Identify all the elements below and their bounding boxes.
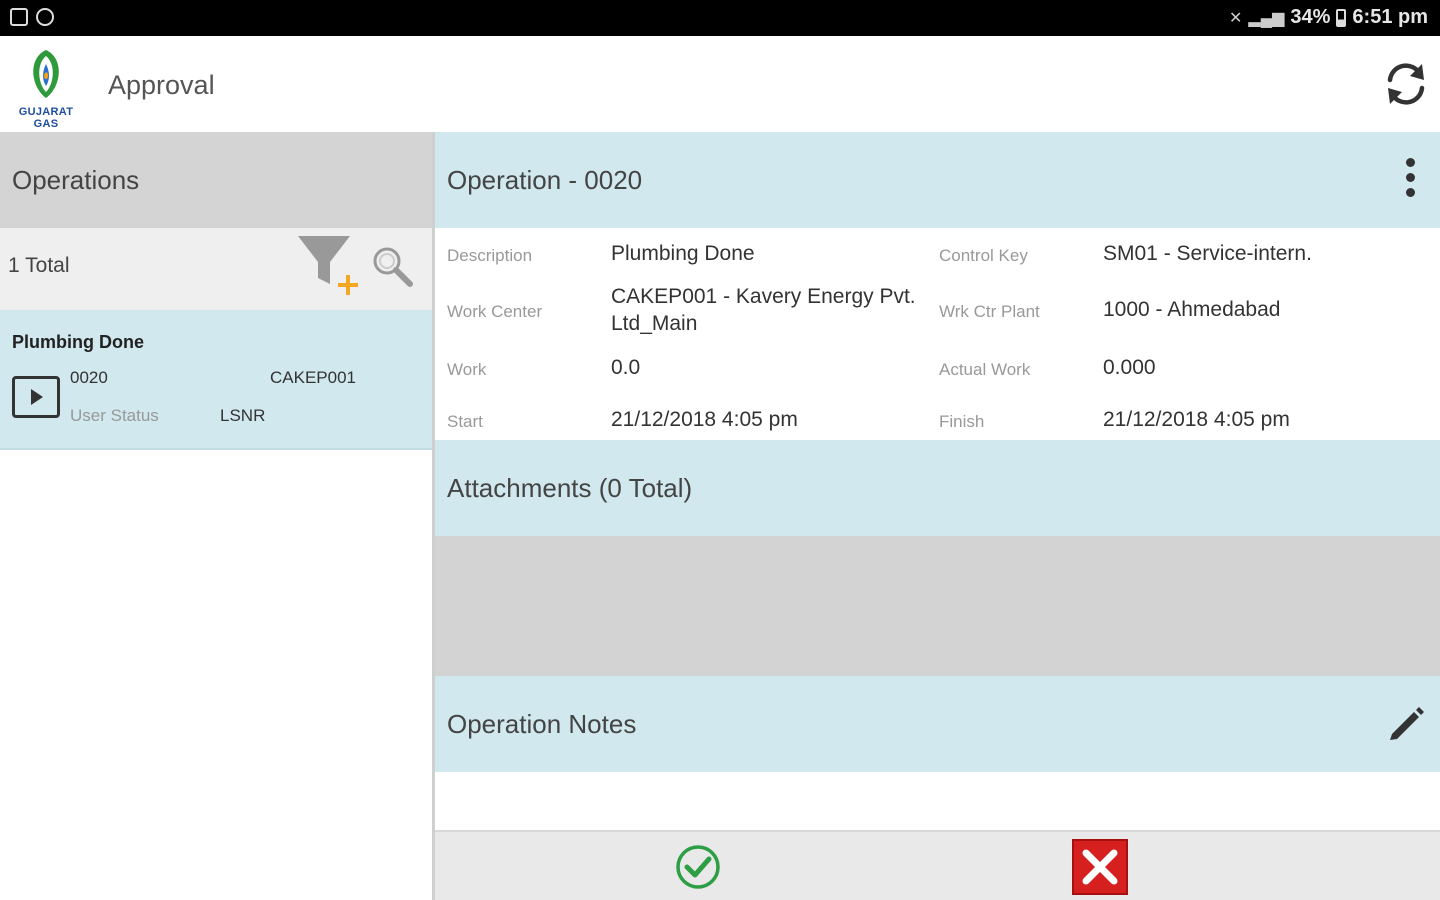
clock: 6:51 pm: [1352, 6, 1428, 28]
attachments-area: [435, 536, 1440, 676]
add-filter-button[interactable]: [296, 234, 360, 300]
operations-total: 1 Total: [8, 254, 70, 277]
start-label: Start: [447, 412, 483, 431]
operation-item-title: Plumbing Done: [12, 332, 144, 352]
operation-detail-header: Operation - 0020: [435, 132, 1440, 228]
wrk-ctr-plant-label: Wrk Ctr Plant: [939, 302, 1040, 321]
operation-item-user-status-label: User Status: [70, 406, 159, 425]
sync-notification-icon: [36, 8, 54, 26]
operation-notes-title: Operation Notes: [447, 708, 637, 739]
operation-list-item[interactable]: Plumbing Done 0020 CAKEP001 User Status …: [0, 310, 433, 450]
check-circle-icon: [676, 845, 720, 889]
control-key-value: SM01 - Service-intern.: [1103, 242, 1312, 265]
more-options-button[interactable]: [1400, 158, 1420, 202]
description-value: Plumbing Done: [611, 242, 755, 265]
edit-notes-button[interactable]: [1386, 704, 1426, 744]
control-key-label: Control Key: [939, 246, 1028, 265]
gujarat-gas-logo-icon: [33, 50, 59, 98]
page-title: Approval: [108, 70, 215, 100]
finish-label: Finish: [939, 412, 985, 431]
start-value: 21/12/2018 4:05 pm: [611, 408, 798, 431]
more-vert-icon: [1400, 158, 1420, 197]
refresh-button[interactable]: [1380, 58, 1432, 110]
description-label: Description: [447, 246, 533, 265]
app-logo: GUJARAT GAS: [8, 46, 84, 130]
operation-detail-fields: Description Plumbing Done Control Key SM…: [435, 228, 1440, 440]
attachments-header[interactable]: Attachments (0 Total): [435, 440, 1440, 536]
filter-add-icon: [298, 236, 358, 295]
search-button[interactable]: [370, 244, 416, 290]
battery-icon: [1336, 8, 1347, 27]
signal-icon: ▂▄▆: [1248, 9, 1285, 27]
operation-detail-panel: Operation - 0020 Description Plumbing Do…: [435, 132, 1440, 900]
work-label: Work: [447, 360, 487, 379]
operations-header: Operations: [0, 132, 433, 228]
operation-item-work-center: CAKEP001: [270, 368, 356, 387]
work-value: 0.0: [611, 356, 641, 379]
play-button[interactable]: [12, 376, 60, 418]
approve-button[interactable]: [675, 844, 721, 890]
battery-percent: 34%: [1290, 6, 1331, 28]
gallery-notification-icon: [10, 8, 28, 26]
operation-detail-title: Operation - 0020: [447, 164, 643, 195]
status-system: ✕ ▂▄▆ 34% 6:51 pm: [1229, 6, 1428, 29]
app-bar: GUJARAT GAS Approval: [0, 36, 1440, 132]
work-center-value: CAKEP001 - Kavery Energy Pvt. Ltd_Main: [611, 285, 916, 335]
action-bar: [435, 832, 1440, 900]
operation-item-number: 0020: [70, 368, 108, 387]
mute-icon: ✕: [1229, 9, 1243, 27]
actual-work-label: Actual Work: [939, 360, 1031, 379]
operations-toolbar: 1 Total: [0, 228, 433, 310]
play-icon: [31, 389, 43, 405]
logo-text: GUJARAT GAS: [18, 106, 74, 130]
close-icon: [1082, 849, 1118, 885]
status-notifications: [10, 8, 54, 26]
operations-panel: Operations 1 Total Plumbing Done 0020 CA: [0, 132, 433, 900]
operation-item-user-status: LSNR: [220, 406, 266, 425]
refresh-icon: [1387, 63, 1425, 105]
actual-work-value: 0.000: [1103, 356, 1156, 379]
operation-notes-header: Operation Notes: [435, 676, 1440, 772]
finish-value: 21/12/2018 4:05 pm: [1103, 408, 1290, 431]
search-icon: [373, 247, 413, 287]
edit-icon: [1390, 707, 1424, 740]
work-center-label: Work Center: [447, 302, 543, 321]
status-bar: ✕ ▂▄▆ 34% 6:51 pm: [0, 0, 1440, 36]
reject-button[interactable]: [1072, 839, 1128, 895]
operation-notes-area[interactable]: [435, 772, 1440, 832]
wrk-ctr-plant-value: 1000 - Ahmedabad: [1103, 298, 1281, 321]
